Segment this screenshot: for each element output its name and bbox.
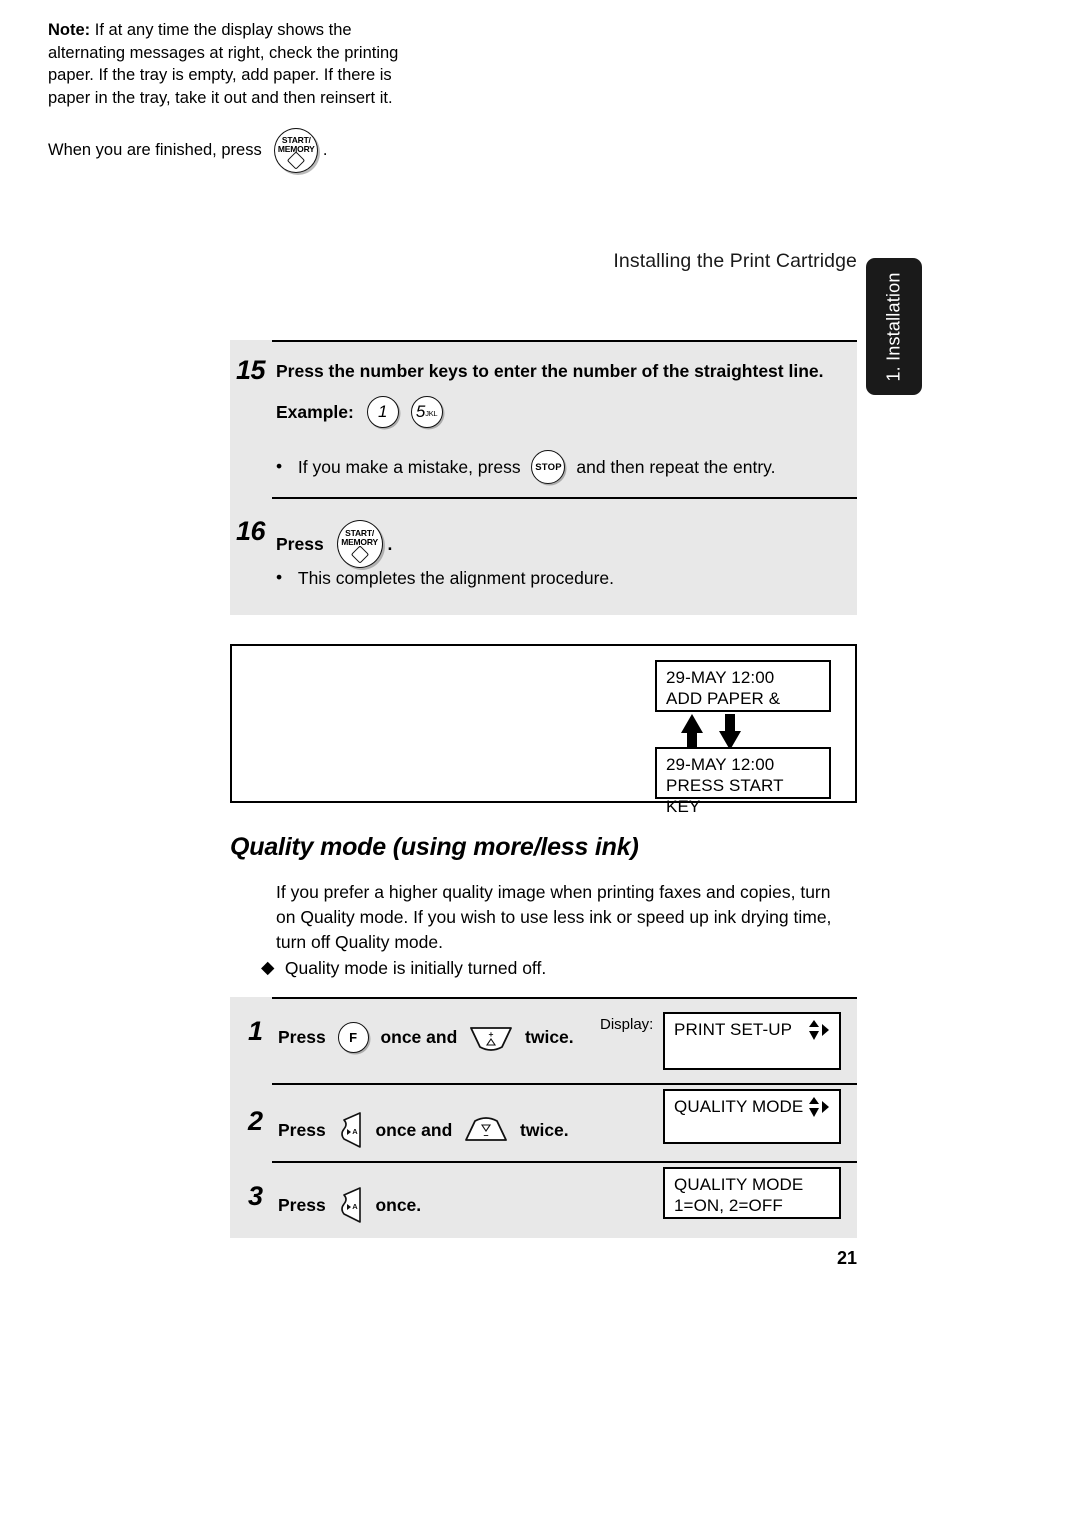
alternating-arrows-icon — [681, 714, 741, 750]
display-label-1: Display: — [600, 1016, 654, 1033]
start-memory-key-icon[interactable]: START/ MEMORY — [336, 520, 383, 568]
key-5-digit: 5 — [415, 402, 426, 421]
diamond-bullet-icon: ◆ — [261, 957, 275, 977]
step-number-2: 2 — [248, 1106, 263, 1136]
step2-press: Press — [278, 1119, 326, 1140]
step2-end: twice. — [520, 1119, 569, 1140]
lcd-step-2-line1: QUALITY MODE — [674, 1097, 804, 1116]
note-finish-before: When you are finished, press — [48, 141, 262, 159]
lcd-step-1-line1: PRINT SET-UP — [674, 1020, 793, 1039]
step-divider-1 — [272, 997, 857, 999]
step-number-16: 16 — [236, 516, 266, 546]
note-finish-after: . — [322, 141, 328, 159]
page-feed-key-icon[interactable]: A — [338, 1112, 364, 1148]
svg-text:A: A — [352, 1202, 358, 1211]
lcd-note-bottom-line2: PRESS START KEY — [666, 776, 784, 816]
function-key-icon[interactable]: F — [337, 1022, 369, 1053]
page-feed-key-icon[interactable]: A — [338, 1187, 364, 1223]
step-number-3: 3 — [248, 1181, 263, 1211]
step16-press-label: Press — [276, 533, 324, 554]
bullet-alignment-complete: • This completes the alignment procedure… — [276, 567, 614, 589]
step-text-1: Press F once and + twice. — [278, 1022, 574, 1053]
step-divider-16 — [272, 497, 857, 499]
step-text-2: Press A once and – twice. — [278, 1112, 569, 1148]
chapter-tab: 1. Installation — [866, 258, 922, 395]
page-number: 21 — [836, 1248, 857, 1268]
up-contrast-key-icon[interactable]: + — [469, 1025, 513, 1051]
start-memory-key-icon[interactable]: START/ MEMORY — [274, 128, 319, 173]
lcd-note-bottom-line1: 29-MAY 12:00 — [666, 755, 775, 774]
step1-press: Press — [278, 1027, 326, 1047]
step1-end: twice. — [525, 1027, 574, 1047]
section-bullet: ◆ Quality mode is initially turned off. — [261, 957, 546, 979]
lcd-note-top-line1: 29-MAY 12:00 — [666, 668, 775, 687]
step-text-15: Press the number keys to enter the numbe… — [276, 361, 824, 381]
lcd-step-3-line1: QUALITY MODE — [674, 1175, 804, 1194]
lcd-note-bottom: 29-MAY 12:00 PRESS START KEY — [655, 747, 831, 816]
step1-mid: once and — [380, 1027, 458, 1047]
stop-key-label: STOP — [535, 462, 562, 473]
bullet-mistake: • If you make a mistake, press STOP and … — [276, 450, 775, 484]
step-text-16: Press START/ MEMORY . — [276, 520, 392, 568]
start-diamond-icon — [287, 151, 306, 170]
note-text: Note: If at any time the display shows t… — [48, 19, 418, 109]
key-1-digit: 1 — [377, 402, 388, 421]
section-heading: Quality mode (using more/less ink) — [230, 833, 639, 861]
stop-key-icon[interactable]: STOP — [531, 450, 566, 484]
step-divider-15 — [272, 340, 857, 342]
scroll-arrows-icon — [809, 1020, 829, 1040]
chapter-tab-label: 1. Installation — [883, 271, 904, 382]
svg-text:+: + — [489, 1029, 494, 1039]
bullet-alignment-text: This completes the alignment procedure. — [297, 567, 615, 588]
step3-press: Press — [278, 1194, 326, 1215]
section-bullet-text: Quality mode is initially turned off. — [284, 957, 547, 978]
step-number-15: 15 — [236, 355, 266, 385]
step2-mid: once and — [375, 1119, 453, 1140]
svg-text:A: A — [352, 1127, 358, 1136]
lcd-step-3: QUALITY MODE 1=ON, 2=OFF — [663, 1167, 841, 1219]
step-number-1: 1 — [248, 1016, 263, 1046]
bullet-dot-icon: • — [276, 455, 283, 476]
running-header: Installing the Print Cartridge — [613, 250, 857, 272]
function-key-label: F — [349, 1030, 358, 1045]
note-body: If at any time the display shows the alt… — [48, 21, 399, 107]
bullet-dot-icon: • — [276, 567, 283, 587]
note-finish-row: When you are finished, press START/ MEMO… — [48, 128, 327, 173]
manual-page: Installing the Print Cartridge 1. Instal… — [0, 0, 1080, 1528]
key-5[interactable]: 5JKL — [410, 396, 443, 428]
lcd-note-top-line2: ADD PAPER & — [666, 689, 781, 708]
lcd-step-2: QUALITY MODE — [663, 1089, 841, 1144]
step16-period: . — [387, 533, 393, 554]
step-divider-3 — [272, 1161, 857, 1163]
bullet-mistake-before: If you make a mistake, press — [297, 456, 521, 477]
key-1[interactable]: 1 — [366, 396, 399, 428]
start-diamond-icon — [350, 545, 369, 564]
scroll-arrows-icon — [809, 1097, 829, 1117]
step3-end: once. — [375, 1194, 422, 1215]
step-divider-2 — [272, 1083, 857, 1085]
lcd-step-1: PRINT SET-UP — [663, 1012, 841, 1070]
down-contrast-key-icon[interactable]: – — [464, 1117, 508, 1143]
example-label: Example: — [276, 401, 354, 422]
note-label: Note: — [48, 21, 91, 39]
step-text-3: Press A once. — [278, 1187, 421, 1223]
bullet-mistake-after: and then repeat the entry. — [576, 456, 776, 477]
key-5-letters: JKL — [425, 409, 438, 418]
lcd-step-3-line2: 1=ON, 2=OFF — [674, 1196, 783, 1215]
section-paragraph: If you prefer a higher quality image whe… — [276, 882, 832, 952]
lcd-note-top: 29-MAY 12:00 ADD PAPER & — [655, 660, 831, 712]
svg-text:–: – — [484, 1130, 489, 1140]
example-row: Example: 1 5JKL — [276, 396, 443, 428]
